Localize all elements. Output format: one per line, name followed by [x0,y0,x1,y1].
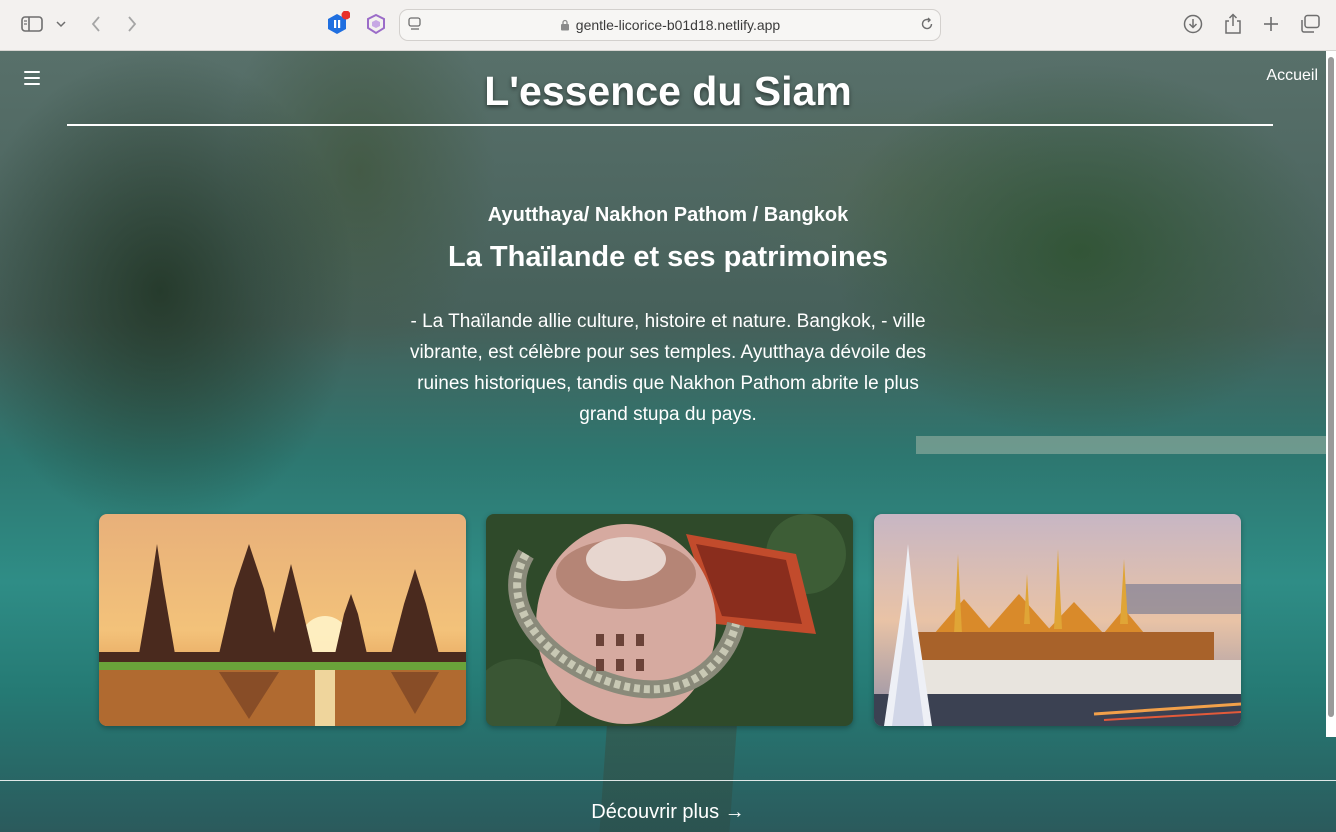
chevron-down-icon[interactable] [54,10,68,38]
browser-toolbar: gentle-licorice-b01d18.netlify.app [0,0,1336,51]
sidebar-icon[interactable] [20,10,44,38]
hero-section: Accueil L'essence du Siam Ayutthaya/ Nak… [0,51,1336,832]
site-title: L'essence du Siam [484,68,852,114]
share-icon[interactable] [1222,10,1244,38]
photo-card-nakhon-pathom[interactable] [486,514,853,726]
shield-extension-icon[interactable] [364,10,388,38]
title-divider [67,124,1273,126]
photo-card-ayutthaya[interactable] [99,514,466,726]
chevron-right-icon[interactable] [122,10,142,38]
chevron-left-icon[interactable] [86,10,106,38]
main-heading: La Thaïlande et ses patrimoines [448,241,888,273]
address-bar[interactable]: gentle-licorice-b01d18.netlify.app [399,9,941,41]
scrollbar-thumb[interactable] [1328,57,1334,717]
description-paragraph: - La Thaïlande allie culture, histoire e… [409,311,927,425]
url-text: gentle-licorice-b01d18.netlify.app [575,17,781,33]
destinations-subheading: Ayutthaya/ Nakhon Pathom / Bangkok [487,204,849,226]
discover-more-link[interactable]: Découvrir plus → [0,801,1336,824]
section-divider [0,780,1336,781]
download-icon[interactable] [1182,10,1204,38]
page-scrollbar[interactable] [1326,51,1336,737]
lock-icon [560,18,570,34]
tabs-overview-icon[interactable] [1298,10,1322,38]
reload-icon[interactable] [920,17,934,36]
plus-icon[interactable] [1260,10,1282,38]
photo-card-bangkok[interactable] [874,514,1241,726]
pause-extension-icon[interactable] [326,10,350,38]
beach-strip [916,436,1336,454]
